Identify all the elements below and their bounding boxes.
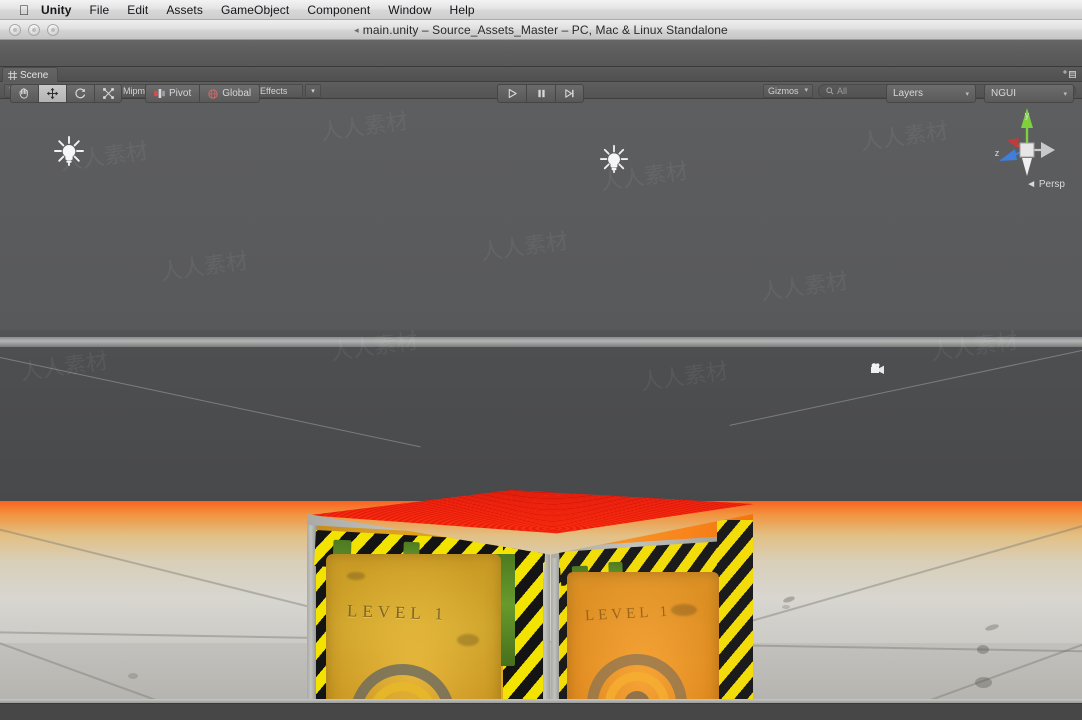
scene-search-value: All xyxy=(837,86,848,96)
menu-item-file[interactable]: File xyxy=(81,0,119,20)
tab-scene-label: Scene xyxy=(20,69,49,81)
unity-main-toolbar: Pivot Global Layers ▾ NGUI ▾ xyxy=(0,40,1082,103)
projection-toggle-arrow: ◄ xyxy=(1026,179,1037,190)
chevron-down-icon: ▾ xyxy=(311,88,315,95)
floor-detail xyxy=(782,595,796,604)
window-title: ◂ main.unity – Source_Assets_Master – PC,… xyxy=(0,23,1082,37)
window-controls xyxy=(9,23,59,36)
backdrop-highlight-band xyxy=(0,337,1082,347)
os-menu-bar:  Unity File Edit Assets GameObject Comp… xyxy=(0,0,1082,20)
play-icon xyxy=(508,88,517,99)
axis-z-label: z xyxy=(995,148,1000,158)
play-button[interactable] xyxy=(497,84,526,103)
close-button[interactable] xyxy=(9,23,21,36)
globe-icon xyxy=(208,88,218,99)
layers-label: Layers xyxy=(893,88,924,99)
gizmos-dropdown[interactable]: Gizmos ▾ xyxy=(763,84,813,98)
crate-front-label: LEVEL 1 xyxy=(346,601,449,624)
gizmos-label: Gizmos xyxy=(768,86,799,96)
playback-controls xyxy=(497,84,584,103)
pivot-toggle-button[interactable]: Pivot xyxy=(145,84,200,103)
floor-detail xyxy=(984,623,1000,632)
apple-logo-icon[interactable]:  xyxy=(16,3,32,17)
point-light-gizmo-2[interactable] xyxy=(597,143,631,177)
projection-mode: Persp xyxy=(1038,179,1065,190)
scale-tool-button[interactable] xyxy=(94,84,122,103)
crate-grime xyxy=(671,604,697,616)
rotate-tool-button[interactable] xyxy=(66,84,94,103)
minimize-button[interactable] xyxy=(28,23,40,36)
menu-item-window[interactable]: Window xyxy=(379,0,440,20)
floor-detail xyxy=(975,677,992,688)
chevron-down-icon: ▾ xyxy=(804,87,808,94)
scale-icon xyxy=(102,88,114,99)
chevron-down-icon: ▾ xyxy=(1063,90,1067,98)
floor-detail xyxy=(977,645,989,654)
axis-z-cone xyxy=(999,149,1017,161)
camera-gizmo[interactable] xyxy=(869,362,889,382)
pivot-icon xyxy=(154,89,165,98)
step-button[interactable] xyxy=(555,84,584,103)
step-forward-icon xyxy=(565,89,574,98)
axis-neg-y-cone xyxy=(1022,158,1032,176)
window-title-bar: ◂ main.unity – Source_Assets_Master – PC,… xyxy=(0,20,1082,40)
hand-icon xyxy=(19,88,28,99)
move-arrows-icon xyxy=(46,87,59,100)
chevron-down-icon: ▾ xyxy=(965,90,969,98)
zoom-button[interactable] xyxy=(47,23,59,36)
axis-x-cone xyxy=(1007,138,1019,148)
pause-button[interactable] xyxy=(526,84,555,103)
layers-dropdown[interactable]: Layers ▾ xyxy=(886,84,976,103)
status-bar xyxy=(0,703,1082,720)
crate-front-face: LEVEL 1 xyxy=(307,514,550,703)
search-icon xyxy=(826,87,834,95)
crate-grime xyxy=(457,634,479,646)
transform-tools xyxy=(10,84,122,103)
axis-pos-x-cone xyxy=(1041,142,1055,158)
crate-level-1[interactable]: LEVEL 1 LEVEL 1 xyxy=(306,490,754,703)
tab-scene[interactable]: Scene xyxy=(2,67,59,82)
hazard-stripe-right xyxy=(717,520,753,703)
camera-icon xyxy=(871,363,884,374)
panel-tab-strip: Scene xyxy=(0,67,1082,82)
pivot-label: Pivot xyxy=(169,88,192,99)
window-title-text: main.unity – Source_Assets_Master – PC, … xyxy=(362,22,728,37)
scene-projection-label[interactable]: ◄ Persp xyxy=(1026,179,1065,190)
axis-y-label: y xyxy=(1025,110,1030,120)
global-label: Global xyxy=(222,88,252,99)
floor-seam xyxy=(747,505,1082,623)
menu-item-component[interactable]: Component xyxy=(298,0,379,20)
back-chevron-icon: ◂ xyxy=(354,24,359,35)
unity-editor-window:  Unity File Edit Assets GameObject Comp… xyxy=(0,0,1082,720)
menu-item-assets[interactable]: Assets xyxy=(157,0,212,20)
effects-label: Effects xyxy=(260,86,288,96)
point-light-gizmo-1[interactable] xyxy=(51,134,87,170)
menu-item-gameobject[interactable]: GameObject xyxy=(212,0,298,20)
menu-item-unity[interactable]: Unity xyxy=(32,0,81,20)
backdrop-lower-wall xyxy=(0,347,1082,502)
menu-item-help[interactable]: Help xyxy=(441,0,484,20)
rotate-icon xyxy=(75,88,86,99)
pause-icon xyxy=(537,89,545,98)
crate-right-face: LEVEL 1 xyxy=(551,514,753,703)
light-bulb-icon xyxy=(599,144,629,174)
effects-dropdown[interactable]: Effects xyxy=(255,84,303,98)
scene-grid-icon xyxy=(8,70,17,80)
floor-detail xyxy=(782,605,790,609)
scene-viewport[interactable]: LEVEL 1 LEVEL 1 y z ◄ Persp xyxy=(0,99,1082,703)
hand-tool-button[interactable] xyxy=(10,84,38,103)
global-toggle-button[interactable]: Global xyxy=(199,84,261,103)
effects-dropdown-arrow[interactable]: ▾ xyxy=(305,84,321,98)
light-bulb-icon xyxy=(54,136,84,166)
layout-label: NGUI xyxy=(991,88,1016,99)
layout-dropdown[interactable]: NGUI ▾ xyxy=(984,84,1074,103)
axis-center-cube xyxy=(1019,142,1035,158)
floor-detail xyxy=(128,673,138,679)
menu-item-edit[interactable]: Edit xyxy=(118,0,157,20)
pivot-space-group: Pivot Global xyxy=(145,84,261,103)
crate-grime xyxy=(347,572,365,580)
panel-menu-icon[interactable] xyxy=(1062,69,1078,80)
move-tool-button[interactable] xyxy=(38,84,66,103)
